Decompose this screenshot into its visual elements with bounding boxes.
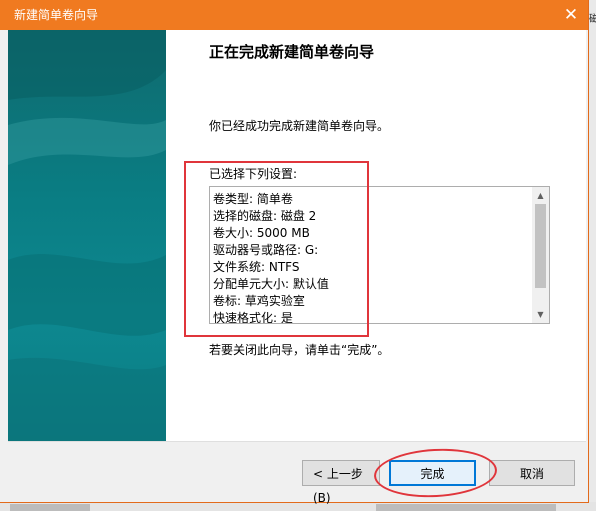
background-segment [10, 504, 90, 511]
scroll-up-button[interactable]: ▲ [532, 187, 549, 204]
background-text-fragment: 磁 [589, 14, 596, 25]
close-instruction: 若要关闭此向导，请单击“完成”。 [209, 343, 390, 357]
background-window-right-edge: 磁 [588, 0, 596, 511]
completion-description: 你已经成功完成新建简单卷向导。 [209, 119, 390, 133]
chevron-down-icon: ▼ [537, 310, 544, 319]
cancel-button[interactable]: 取消 [489, 460, 575, 486]
background-window-bottom-edge [0, 502, 596, 511]
wizard-banner-graphic [8, 30, 166, 441]
vertical-scrollbar[interactable]: ▲ ▼ [532, 187, 549, 323]
close-button[interactable]: ✕ [554, 0, 588, 30]
close-icon: ✕ [563, 5, 579, 25]
background-segment [376, 504, 556, 511]
footer-divider [8, 441, 586, 442]
window-title: 新建简单卷向导 [14, 8, 99, 22]
page-title: 正在完成新建简单卷向导 [209, 43, 375, 61]
chevron-up-icon: ▲ [537, 191, 544, 200]
title-bar[interactable]: 新建简单卷向导 ✕ [0, 0, 588, 30]
scrollbar-thumb[interactable] [535, 204, 546, 288]
scroll-down-button[interactable]: ▼ [532, 306, 549, 323]
annotation-highlight-rectangle [184, 161, 369, 337]
back-button[interactable]: < 上一步(B) [302, 460, 380, 505]
banner-swoosh-graphic [8, 30, 166, 441]
